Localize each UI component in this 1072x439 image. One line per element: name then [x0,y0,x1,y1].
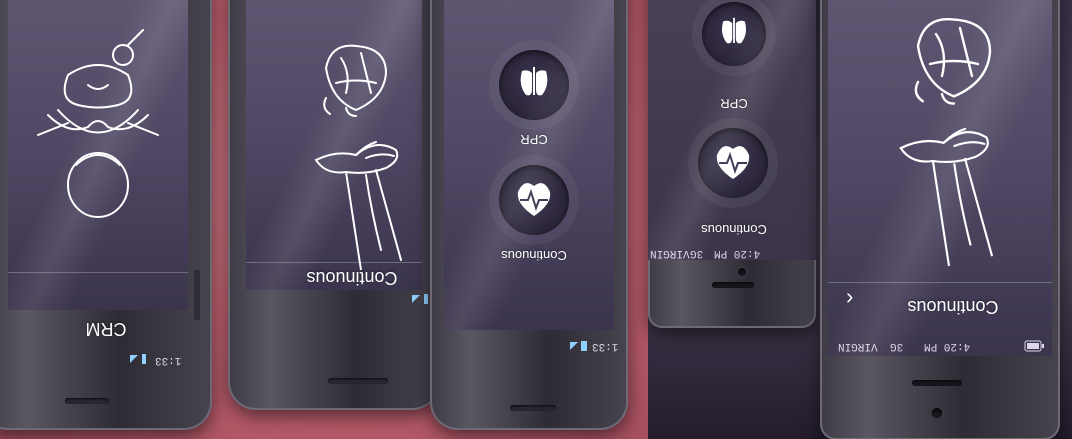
phone-2-earpiece [328,378,388,384]
lungs-icon [722,17,746,44]
phone-3-status-time: 1:33 [592,340,619,352]
signal-icon [130,354,146,364]
phone-4: CPR Continuous 4:20 PM 3G VIRGIN [648,0,816,328]
heart-anatomy-icon [323,44,388,117]
phone-5: ‹ Continuous 4:20 PM 3G VIRGIN [820,0,1060,439]
phone-3: CPR Continuous 1:33 [430,0,628,430]
phone-1: CRM 1:33 [0,0,212,430]
phone-4-camera [738,268,746,276]
heart-pulse-icon [716,146,750,179]
phone-3-continuous-label: Continuous [501,248,567,263]
lungs-icon [520,67,548,96]
heart-pulse-icon [517,183,551,216]
phone-4-screen: CPR Continuous 4:20 PM 3G VIRGIN [648,0,816,260]
phone-1-earpiece [65,398,109,404]
phone-5-network: 3G [890,340,904,352]
cpr-hands-icon [314,141,402,270]
phone-2: Continuous [228,0,440,410]
phone-3-screen: CPR Continuous [444,0,614,330]
phone-4-carrier: VIRGIN [650,247,690,259]
phone-1-status-time: 1:33 [155,354,182,366]
phone-3-continuous-button[interactable] [499,165,569,235]
phone-2-nav-divider [246,262,422,263]
heart-anatomy-icon [914,18,992,105]
phone-5-screen: ‹ Continuous 4:20 PM 3G VIRGIN [828,0,1052,356]
battery-icon [1024,340,1044,352]
phone-4-cpr-label: CPR [720,96,748,111]
phone-4-continuous-label: Continuous [701,222,767,237]
phone-5-back-button[interactable]: ‹ [846,286,853,312]
phone-4-time: 4:20 PM [714,247,761,259]
phone-4-cpr-button[interactable] [702,2,766,66]
phone-3-earpiece [510,405,556,411]
phone-4-earpiece [712,282,754,288]
phone-1-side-button[interactable] [194,270,200,320]
phone-1-screen [8,0,188,310]
infant-head-icon [37,29,159,218]
phone-5-carrier: VIRGIN [838,340,878,352]
phone-2-screen [246,0,422,290]
phone-5-screen-label: Continuous [907,297,999,317]
phone-1-screen-label: CRM [85,319,127,339]
phone-3-cpr-button[interactable] [499,50,569,120]
phone-1-nav-divider [8,272,188,273]
phone-5-earpiece [912,380,962,386]
phone-5-nav-top-divider [828,282,1052,283]
phone-2-screen-label: Continuous [306,268,398,288]
phone-5-time: 4:20 PM [924,340,971,352]
battery-icon [570,341,587,351]
phone-5-camera [932,408,942,418]
phone-3-cpr-label: CPR [520,132,548,147]
cpr-hands-icon [899,127,993,266]
phone-4-continuous-button[interactable] [698,128,768,198]
phone-4-network: 3G [690,247,704,259]
